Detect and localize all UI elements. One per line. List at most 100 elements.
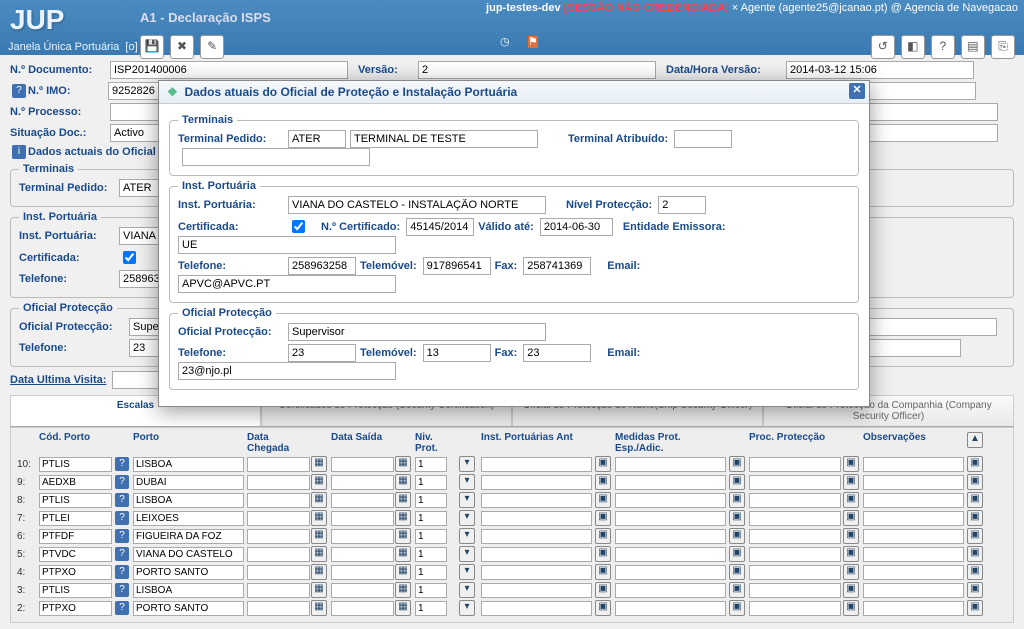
expand-icon[interactable]: ▣ (729, 546, 745, 562)
calendar-icon[interactable]: ▦ (395, 474, 411, 490)
expand-icon[interactable]: ▣ (843, 492, 859, 508)
obs-field[interactable] (863, 565, 964, 580)
saida-field[interactable] (331, 565, 394, 580)
tb-btn-5[interactable]: ⎘ (991, 35, 1015, 59)
tb-btn-4[interactable]: ▤ (961, 35, 985, 59)
info-icon[interactable]: i (12, 145, 26, 159)
cod-porto-field[interactable] (39, 493, 112, 508)
inst-ant-field[interactable] (481, 457, 592, 472)
proc-field[interactable] (749, 601, 841, 616)
saida-field[interactable] (331, 511, 394, 526)
obs-field[interactable] (863, 583, 964, 598)
bg-cert-checkbox[interactable] (123, 251, 136, 264)
chegada-field[interactable] (247, 565, 310, 580)
edit-button[interactable]: ✎ (200, 35, 224, 59)
expand-icon[interactable]: ▣ (967, 582, 983, 598)
proc-field[interactable] (749, 547, 841, 562)
calendar-icon[interactable]: ▦ (395, 528, 411, 544)
expand-icon[interactable]: ▣ (729, 582, 745, 598)
inst-ant-field[interactable] (481, 529, 592, 544)
m-ent-field[interactable] (178, 236, 396, 254)
calendar-icon[interactable]: ▦ (395, 510, 411, 526)
help-icon[interactable]: ? (115, 565, 129, 579)
obs-field[interactable] (863, 601, 964, 616)
m-fax-field[interactable] (523, 257, 591, 275)
chegada-field[interactable] (247, 547, 310, 562)
m-mov-field[interactable] (423, 257, 491, 275)
chegada-field[interactable] (247, 511, 310, 526)
medidas-field[interactable] (615, 601, 726, 616)
obs-field[interactable] (863, 493, 964, 508)
delete-button[interactable]: ✖ (170, 35, 194, 59)
porto-field[interactable] (133, 547, 244, 562)
proc-field[interactable] (749, 475, 841, 490)
expand-icon[interactable]: ▣ (729, 510, 745, 526)
calendar-icon[interactable]: ▦ (311, 564, 327, 580)
dropdown-icon[interactable]: ▾ (459, 474, 475, 490)
niv-field[interactable] (415, 475, 447, 490)
expand-icon[interactable]: ▣ (967, 600, 983, 616)
obs-field[interactable] (863, 547, 964, 562)
calendar-icon[interactable]: ▦ (311, 492, 327, 508)
dropdown-icon[interactable]: ▾ (459, 546, 475, 562)
help-icon[interactable]: ? (115, 583, 129, 597)
chegada-field[interactable] (247, 493, 310, 508)
cod-porto-field[interactable] (39, 457, 112, 472)
niv-field[interactable] (415, 583, 447, 598)
doc-num-field[interactable] (110, 61, 348, 79)
medidas-field[interactable] (615, 457, 726, 472)
dropdown-icon[interactable]: ▾ (459, 528, 475, 544)
expand-icon[interactable]: ▣ (595, 456, 611, 472)
saida-field[interactable] (331, 529, 394, 544)
expand-icon[interactable]: ▣ (595, 510, 611, 526)
expand-icon[interactable]: ▣ (843, 600, 859, 616)
chegada-field[interactable] (247, 457, 310, 472)
calendar-icon[interactable]: ▦ (311, 510, 327, 526)
warn-button[interactable]: ⚑ (528, 36, 538, 48)
expand-icon[interactable]: ▣ (843, 582, 859, 598)
calendar-icon[interactable]: ▦ (311, 546, 327, 562)
inst-ant-field[interactable] (481, 493, 592, 508)
medidas-field[interactable] (615, 529, 726, 544)
proc-field[interactable] (749, 511, 841, 526)
saida-field[interactable] (331, 601, 394, 616)
saida-field[interactable] (331, 493, 394, 508)
medidas-field[interactable] (615, 583, 726, 598)
calendar-icon[interactable]: ▦ (395, 582, 411, 598)
expand-icon[interactable]: ▣ (967, 528, 983, 544)
porto-field[interactable] (133, 583, 244, 598)
cod-porto-field[interactable] (39, 565, 112, 580)
inst-ant-field[interactable] (481, 601, 592, 616)
porto-field[interactable] (133, 565, 244, 580)
obs-field[interactable] (863, 529, 964, 544)
obs-field[interactable] (863, 475, 964, 490)
proc-field[interactable] (749, 583, 841, 598)
expand-icon[interactable]: ▣ (843, 546, 859, 562)
saida-field[interactable] (331, 583, 394, 598)
tb-btn-3[interactable]: ? (931, 35, 955, 59)
cod-porto-field[interactable] (39, 547, 112, 562)
help-icon[interactable]: ? (115, 601, 129, 615)
obs-field[interactable] (863, 457, 964, 472)
m-valido-field[interactable] (540, 218, 613, 236)
proc-field[interactable] (749, 529, 841, 544)
expand-icon[interactable]: ▣ (967, 492, 983, 508)
help-icon[interactable]: ? (115, 493, 129, 507)
help-icon[interactable]: ? (115, 529, 129, 543)
porto-field[interactable] (133, 493, 244, 508)
saida-field[interactable] (331, 547, 394, 562)
help-icon[interactable]: ? (115, 547, 129, 561)
save-button[interactable]: 💾 (140, 35, 164, 59)
porto-field[interactable] (133, 511, 244, 526)
m-niv-field[interactable] (658, 196, 706, 214)
m-email-field[interactable] (178, 275, 396, 293)
m-of-field[interactable] (288, 323, 546, 341)
expand-icon[interactable]: ▣ (729, 600, 745, 616)
cod-porto-field[interactable] (39, 529, 112, 544)
expand-icon[interactable]: ▣ (843, 564, 859, 580)
dropdown-icon[interactable]: ▾ (459, 492, 475, 508)
calendar-icon[interactable]: ▦ (311, 474, 327, 490)
saida-field[interactable] (331, 475, 394, 490)
clock-button[interactable]: ◷ (500, 36, 510, 48)
calendar-icon[interactable]: ▦ (311, 528, 327, 544)
